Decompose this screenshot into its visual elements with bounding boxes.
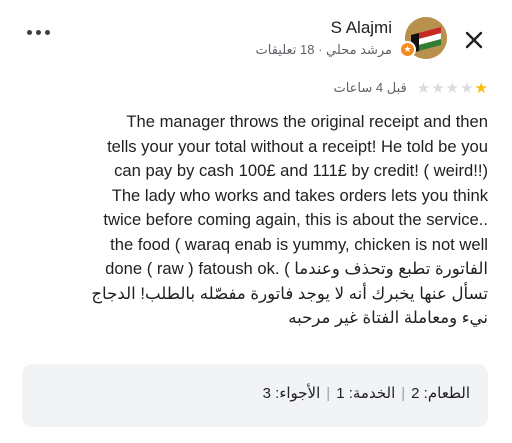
reviewer-name[interactable]: S Alajmi: [331, 18, 392, 38]
separator: |: [326, 385, 331, 402]
review-line: can pay by cash 100£ and 111£ by credit!…: [114, 161, 488, 180]
review-text: The manager throws the original receipt …: [22, 110, 488, 331]
review-line: The lady who works and takes orders lets…: [111, 185, 488, 205]
star-icon: ★: [445, 79, 460, 97]
review-line: The manager throws the original receipt …: [126, 112, 488, 131]
attribute-ratings-box: الطعام: 2 | الخدمة: 1 | الأجواء: 3: [22, 364, 488, 427]
star-icon: ★: [431, 79, 445, 97]
review-line: done ( raw ) fatoush ok. ( الفاتورة تطبع…: [105, 259, 488, 278]
close-icon: [465, 31, 483, 49]
reviewer-meta: مرشد محلي · 18 تعليقات: [255, 42, 393, 57]
food-rating: الطعام: 2: [411, 385, 470, 402]
service-rating: الخدمة: 1: [336, 385, 396, 402]
review-line: twice before coming again, this is about…: [103, 210, 488, 229]
atmosphere-rating: الأجواء: 3: [262, 385, 321, 402]
more-horizontal-icon: [27, 30, 32, 35]
review-line: تسأل عنها يخبرك أنه لا يوجد فاتورة مفصّل…: [91, 283, 488, 303]
review-line: tells your your total without a receipt!…: [107, 136, 488, 156]
review-line: the food ( waraq enab is yummy, chicken …: [110, 234, 488, 254]
star-icon: ★: [474, 79, 488, 97]
rating-row: ★ ★ ★ ★ ★ قبل 4 ساعات: [333, 80, 488, 96]
local-guide-star-icon: ★: [399, 41, 416, 58]
review-time: قبل 4 ساعات: [333, 80, 407, 95]
review-line: نيء ومعاملة الفتاة غير مرحبه: [288, 308, 488, 327]
separator: |: [401, 385, 406, 402]
attribute-ratings: الطعام: 2 | الخدمة: 1 | الأجواء: 3: [263, 384, 470, 402]
star-icon: ★: [460, 79, 474, 97]
star-rating: ★ ★ ★ ★ ★: [417, 81, 488, 96]
close-button[interactable]: [462, 28, 486, 52]
more-options-button[interactable]: [27, 30, 50, 35]
star-icon: ★: [416, 79, 431, 97]
